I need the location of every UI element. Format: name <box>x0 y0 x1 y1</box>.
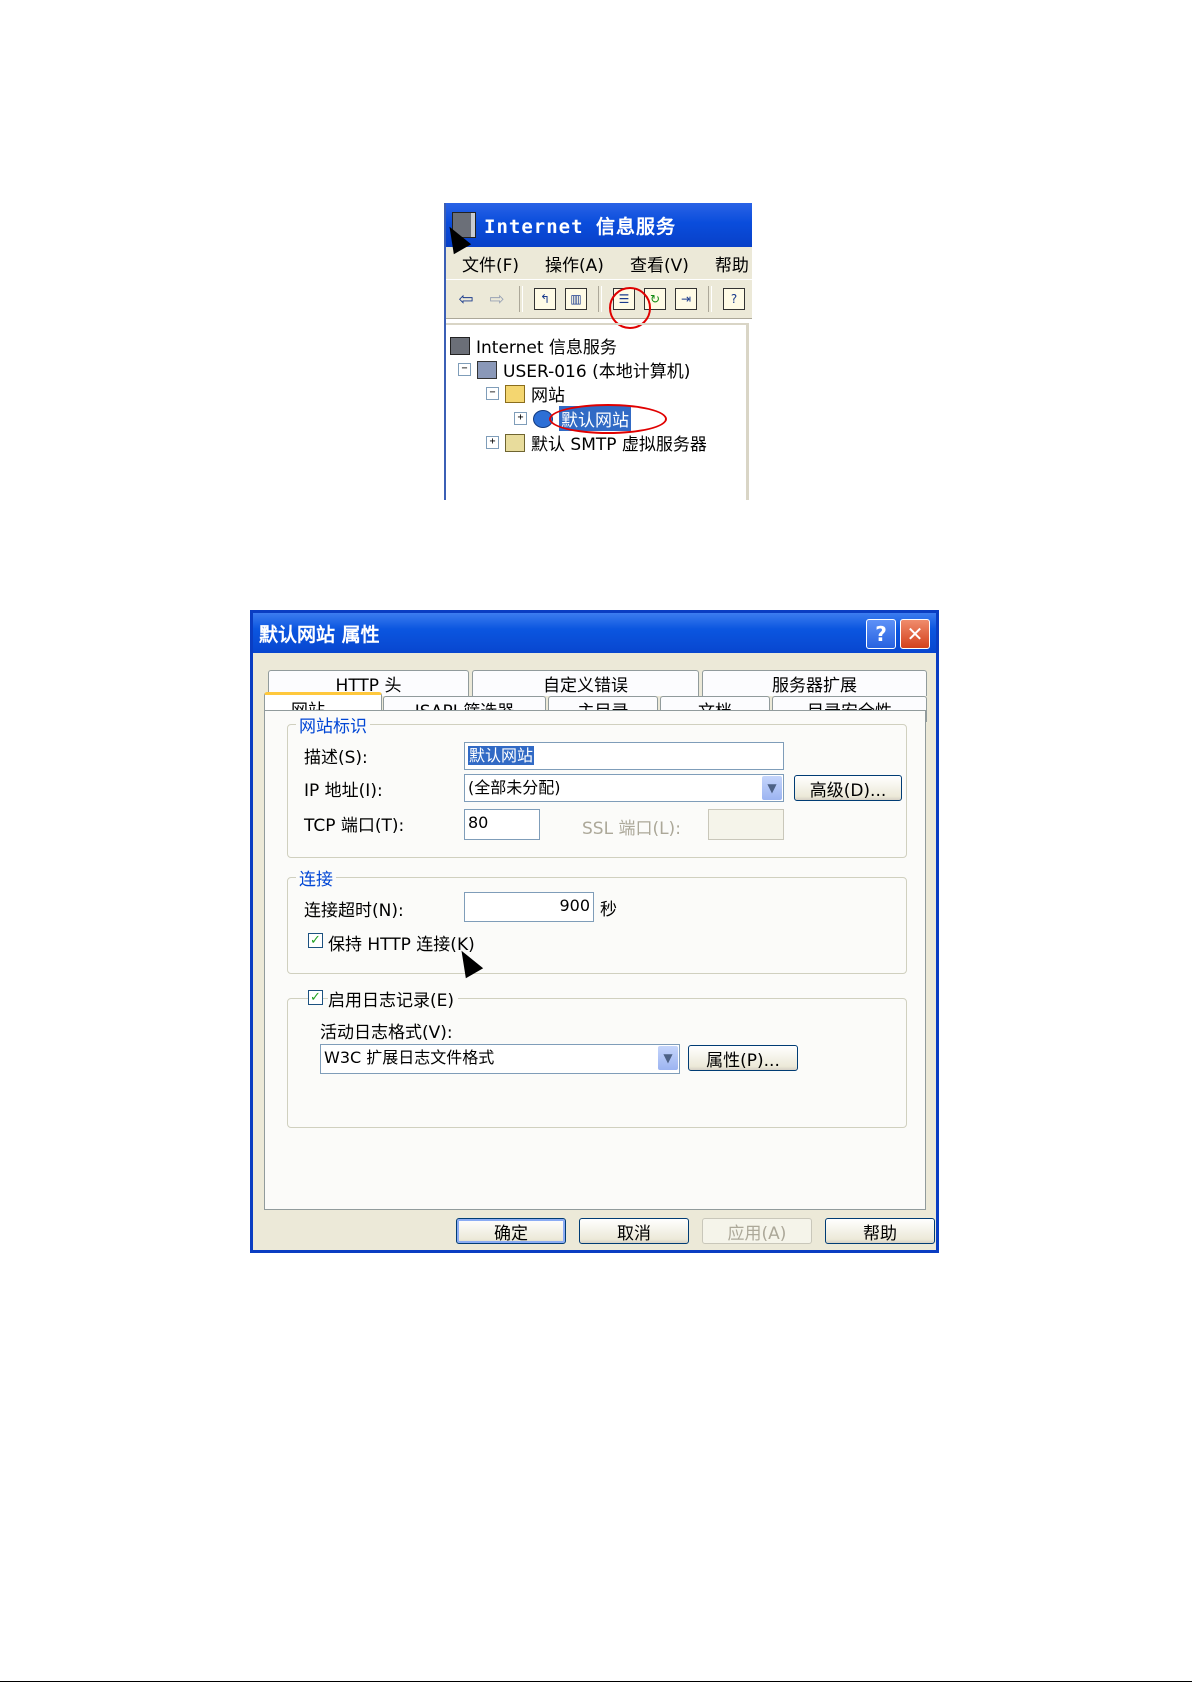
ok-button[interactable]: 确定 <box>456 1218 566 1244</box>
iis-toolbar: ⇦ ⇨ ↰ ▥ ☰ ↻ ⇥ ? <box>446 279 752 319</box>
close-button[interactable]: ✕ <box>900 619 930 649</box>
title-help-button[interactable]: ? <box>866 619 896 649</box>
log-format-value: W3C 扩展日志文件格式 <box>324 1048 495 1067</box>
ssl-port-label: SSL 端口(L): <box>582 819 681 839</box>
show-hide-tree-icon[interactable]: ▥ <box>564 287 588 311</box>
tree-smtp-label: 默认 SMTP 虚拟服务器 <box>531 435 707 455</box>
cancel-button[interactable]: 取消 <box>579 1218 689 1244</box>
menu-file[interactable]: 文件(F) <box>462 251 519 276</box>
connection-legend: 连接 <box>296 865 336 890</box>
tree-computer-label: USER-016 (本地计算机) <box>503 362 691 382</box>
advanced-button[interactable]: 高级(D)... <box>794 775 902 801</box>
forward-arrow-icon[interactable]: ⇨ <box>485 287 509 311</box>
iis-window-title: Internet 信息服务 <box>484 215 676 238</box>
log-properties-button[interactable]: 属性(P)... <box>688 1045 798 1071</box>
iis-manager-window: Internet 信息服务 文件(F) 操作(A) 查看(V) 帮助 ⇦ ⇨ ↰… <box>444 203 752 500</box>
log-format-combo[interactable]: W3C 扩展日志文件格式 ▼ <box>320 1044 680 1074</box>
ssl-port-input[interactable] <box>708 809 784 840</box>
expand-icon[interactable]: + <box>486 436 499 449</box>
connection-timeout-input[interactable]: 900 <box>464 892 594 922</box>
keepalive-label[interactable]: 保持 HTTP 连接(K) <box>328 930 475 955</box>
toolbar-separator <box>708 286 712 312</box>
iis-title-bar[interactable]: Internet 信息服务 <box>446 203 752 247</box>
menu-action[interactable]: 操作(A) <box>545 251 604 276</box>
default-site-highlight-ring <box>549 404 667 434</box>
ip-address-value: (全部未分配) <box>468 778 561 797</box>
tree-websites-label: 网站 <box>531 386 565 406</box>
site-identity-group: 网站标识 描述(S): 默认网站 IP 地址(I): (全部未分配) ▼ 高级(… <box>287 712 907 858</box>
collapse-icon[interactable]: − <box>486 387 499 400</box>
chevron-down-icon[interactable]: ▼ <box>762 776 782 800</box>
site-identity-legend: 网站标识 <box>296 712 370 737</box>
logging-group: ✓ 启用日志记录(E) 活动日志格式(V): W3C 扩展日志文件格式 ▼ 属性… <box>287 986 907 1128</box>
menu-help[interactable]: 帮助 <box>715 251 749 276</box>
tab-server-extensions[interactable]: 服务器扩展 <box>702 670 927 696</box>
up-folder-icon[interactable]: ↰ <box>533 287 557 311</box>
tab-custom-errors[interactable]: 自定义错误 <box>472 670 699 696</box>
log-format-label: 活动日志格式(V): <box>320 1023 453 1043</box>
ip-address-label: IP 地址(I): <box>304 781 383 801</box>
tree-websites[interactable]: − 网站 <box>486 381 565 406</box>
website-tab-panel: 网站标识 描述(S): 默认网站 IP 地址(I): (全部未分配) ▼ 高级(… <box>264 710 926 1210</box>
help-icon[interactable]: ? <box>722 287 746 311</box>
description-label: 描述(S): <box>304 748 368 768</box>
help-button[interactable]: 帮助 <box>825 1218 935 1244</box>
connection-timeout-label: 连接超时(N): <box>304 901 404 921</box>
export-list-icon[interactable]: ⇥ <box>674 287 698 311</box>
back-arrow-icon[interactable]: ⇦ <box>454 287 478 311</box>
iis-tree-view: Internet 信息服务 − USER-016 (本地计算机) − 网站 + … <box>446 323 749 500</box>
dialog-title-bar[interactable]: 默认网站 属性 ? ✕ <box>253 613 936 653</box>
description-value: 默认网站 <box>468 746 535 765</box>
tree-root-label: Internet 信息服务 <box>476 338 617 358</box>
toolbar-separator <box>519 286 523 312</box>
description-input[interactable]: 默认网站 <box>464 742 784 770</box>
toolbar-separator <box>598 286 602 312</box>
site-properties-dialog: 默认网站 属性 ? ✕ HTTP 头 自定义错误 服务器扩展 网站 ISAPI … <box>250 610 939 1253</box>
iis-menu-bar: 文件(F) 操作(A) 查看(V) 帮助 <box>446 247 752 279</box>
smtp-server-icon <box>505 433 525 452</box>
tcp-port-input[interactable]: 80 <box>464 809 540 840</box>
enable-logging-checkbox[interactable]: ✓ <box>308 990 323 1005</box>
connection-group: 连接 连接超时(N): 900 秒 ✓ 保持 HTTP 连接(K) <box>287 865 907 974</box>
tree-root[interactable]: Internet 信息服务 <box>450 333 617 358</box>
timeout-unit-label: 秒 <box>600 900 617 920</box>
page-footer-line <box>0 1681 1192 1682</box>
tree-computer[interactable]: − USER-016 (本地计算机) <box>458 357 690 382</box>
dialog-title: 默认网站 属性 <box>259 623 380 646</box>
apply-button[interactable]: 应用(A) <box>702 1218 812 1244</box>
iis-server-icon <box>450 336 470 355</box>
keepalive-checkbox[interactable]: ✓ <box>308 933 323 948</box>
computer-icon <box>477 360 497 379</box>
chevron-down-icon[interactable]: ▼ <box>658 1046 678 1070</box>
collapse-icon[interactable]: − <box>458 363 471 376</box>
folder-icon <box>505 384 525 403</box>
tcp-port-label: TCP 端口(T): <box>304 816 405 836</box>
ip-address-combo[interactable]: (全部未分配) ▼ <box>464 774 784 802</box>
expand-icon[interactable]: + <box>514 412 527 425</box>
menu-view[interactable]: 查看(V) <box>630 251 689 276</box>
enable-logging-label[interactable]: 启用日志记录(E) <box>328 986 459 1011</box>
